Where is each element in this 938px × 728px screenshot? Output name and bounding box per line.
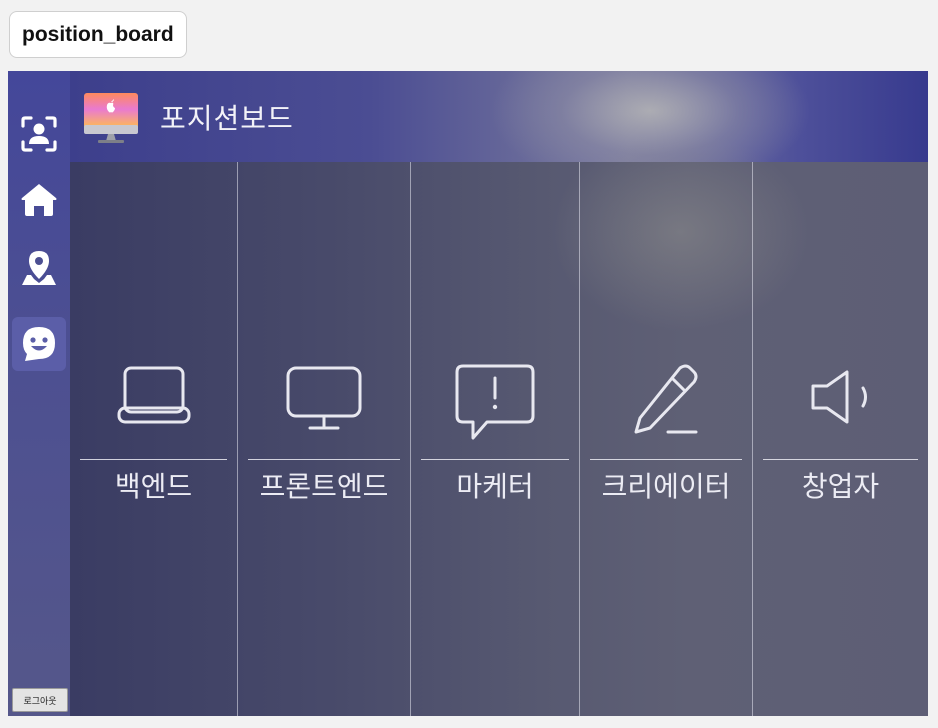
monitor-icon [286,366,362,430]
home-icon [21,184,57,216]
position-label: 마케터 [456,470,534,503]
position-label: 프론트엔드 [259,470,389,503]
divider-line [248,459,400,460]
imac-logo-icon [84,93,138,143]
app-window: 로그아웃 포지션보드 백엔드 프론트엔드 마케터 크리에이터 창업자 [8,71,928,716]
position-board-tag[interactable]: position_board [9,11,187,58]
pencil-icon [634,364,698,434]
sidebar-item-map[interactable] [12,241,66,295]
sidebar-item-chat[interactable] [12,317,66,371]
position-card-founder[interactable]: 창업자 [753,162,928,716]
face-scan-icon [21,116,57,152]
position-card-backend[interactable]: 백엔드 [70,162,238,716]
position-label: 창업자 [801,470,880,503]
divider-line [80,459,227,460]
speaker-icon [811,370,867,424]
position-card-marketer[interactable]: 마케터 [411,162,580,716]
position-card-creator[interactable]: 크리에이터 [580,162,753,716]
sidebar: 로그아웃 [8,71,70,716]
divider-line [421,459,569,460]
page-title: 포지션보드 [160,102,294,135]
position-board: 백엔드 프론트엔드 마케터 크리에이터 창업자 [70,132,928,716]
position-label: 크리에이터 [601,470,731,503]
smile-chat-icon [23,327,55,361]
divider-line [763,459,918,460]
sidebar-item-home[interactable] [12,173,66,227]
laptop-icon [117,366,190,424]
divider-line [590,459,742,460]
sidebar-item-profile[interactable] [12,107,66,161]
position-label: 백엔드 [114,470,193,503]
logout-button[interactable]: 로그아웃 [12,688,68,712]
alert-speech-bubble-icon [455,364,535,440]
position-card-frontend[interactable]: 프론트엔드 [238,162,411,716]
map-pin-icon [22,251,56,285]
